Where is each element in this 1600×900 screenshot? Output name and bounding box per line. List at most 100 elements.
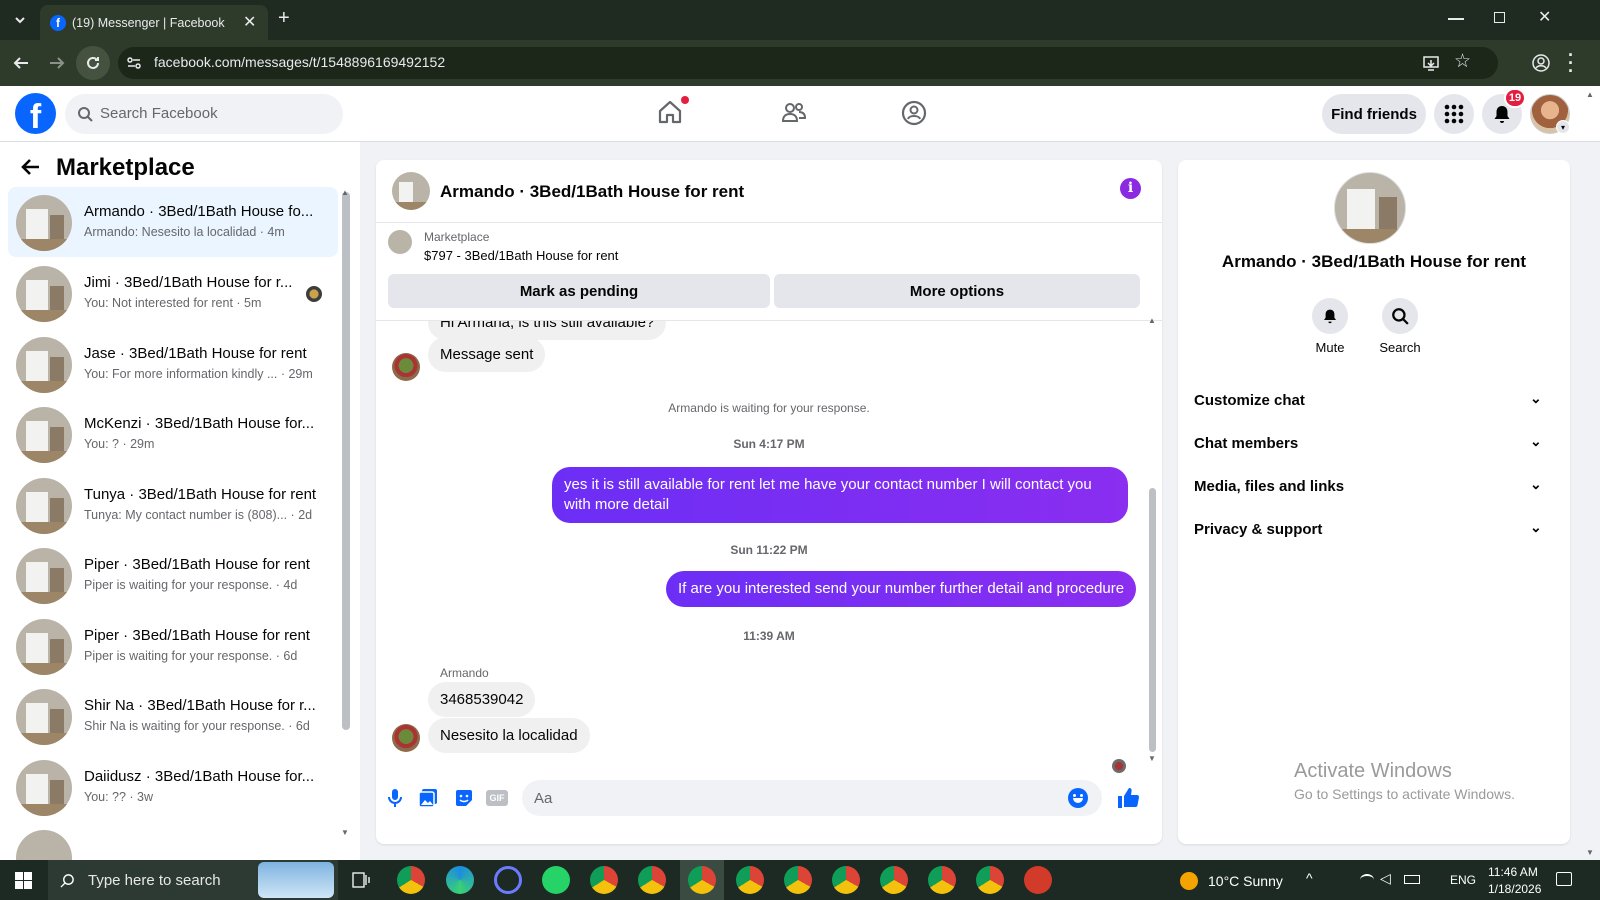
friends-nav-button[interactable]: [780, 99, 808, 127]
page-scroll-down-icon[interactable]: ▼: [1586, 848, 1594, 857]
restore-button[interactable]: [1494, 12, 1505, 23]
chat-title[interactable]: Armando · 3Bed/1Bath House for rent: [440, 182, 744, 202]
chrome-app-icon[interactable]: [784, 866, 812, 894]
chrome-app-icon[interactable]: [736, 866, 764, 894]
chrome-app-icon[interactable]: [397, 866, 425, 894]
task-view-icon[interactable]: [352, 872, 370, 888]
chrome-app-icon[interactable]: [638, 866, 666, 894]
media-files-links-row[interactable]: Media, files and links ⌄: [1194, 466, 1554, 506]
conversation-item[interactable]: Jase · 3Bed/1Bath House for rent You: Fo…: [8, 329, 338, 399]
search-button[interactable]: [1382, 298, 1418, 334]
address-bar[interactable]: facebook.com/messages/t/1548896169492152…: [118, 47, 1498, 79]
mark-pending-button[interactable]: Mark as pending: [388, 274, 770, 308]
message-bubble-out[interactable]: yes it is still available for rent let m…: [552, 467, 1128, 523]
windows-start-icon[interactable]: [15, 872, 32, 889]
chrome-app-icon[interactable]: [688, 866, 716, 894]
chrome-app-icon[interactable]: [590, 866, 618, 894]
reload-button[interactable]: [76, 46, 110, 80]
chrome-app-icon[interactable]: [832, 866, 860, 894]
scroll-up-icon[interactable]: ▲: [1148, 316, 1156, 325]
browser-tab[interactable]: f (19) Messenger | Facebook ✕: [40, 5, 268, 40]
message-text: Message sent: [440, 346, 534, 363]
whatsapp-app-icon[interactable]: [542, 866, 570, 894]
search-input[interactable]: Search Facebook: [65, 94, 343, 134]
notification-center-icon[interactable]: [1556, 872, 1572, 886]
details-avatar[interactable]: [1334, 172, 1406, 244]
forward-icon[interactable]: [48, 54, 66, 72]
message-bubble-out[interactable]: If are you interested send your number f…: [666, 571, 1137, 607]
conversation-title: Piper · 3Bed/1Bath House for rent: [84, 556, 310, 573]
facebook-logo[interactable]: f: [15, 93, 56, 136]
mute-button[interactable]: [1312, 298, 1348, 334]
sticker-icon[interactable]: [454, 788, 474, 808]
menu-button[interactable]: [1434, 94, 1474, 134]
edge-app-icon[interactable]: [446, 866, 474, 894]
app-icon[interactable]: [494, 866, 522, 894]
scroll-down-icon[interactable]: ▼: [1148, 754, 1156, 763]
conversation-item[interactable]: Piper · 3Bed/1Bath House for rent Piper …: [8, 540, 338, 610]
browser-menu-icon[interactable]: · · ·: [1568, 46, 1574, 80]
battery-icon[interactable]: [1404, 875, 1420, 884]
chrome-app-icon[interactable]: [976, 866, 1004, 894]
listing-thumbnail-small[interactable]: [388, 230, 412, 254]
weather-text[interactable]: 10°C Sunny: [1208, 873, 1283, 889]
groups-nav-button[interactable]: [900, 99, 928, 127]
chat-scrollbar[interactable]: [1149, 488, 1156, 752]
chat-members-row[interactable]: Chat members ⌄: [1194, 423, 1554, 463]
conversation-item[interactable]: Tunya · 3Bed/1Bath House for rent Tunya:…: [8, 470, 338, 540]
volume-icon[interactable]: ◁: [1380, 870, 1391, 887]
site-info-icon[interactable]: [126, 55, 142, 71]
microphone-icon[interactable]: [386, 788, 404, 808]
find-friends-button[interactable]: Find friends: [1322, 94, 1426, 134]
clock-date[interactable]: 1/18/2026: [1488, 882, 1541, 896]
scroll-down-icon[interactable]: ▼: [341, 828, 349, 837]
gif-icon[interactable]: GIF: [486, 790, 508, 806]
tab-list-button[interactable]: [8, 8, 32, 32]
new-tab-button[interactable]: +: [278, 7, 290, 30]
chrome-app-icon[interactable]: [880, 866, 908, 894]
message-bubble-in[interactable]: Nesesito la localidad: [428, 718, 590, 753]
photo-icon[interactable]: [418, 788, 438, 808]
install-app-icon[interactable]: [1422, 54, 1440, 72]
back-arrow-icon[interactable]: [20, 156, 42, 178]
customize-chat-row[interactable]: Customize chat ⌄: [1194, 380, 1554, 420]
language-indicator[interactable]: ENG: [1450, 873, 1476, 887]
info-icon[interactable]: i: [1120, 178, 1141, 199]
search-icon: [1382, 298, 1418, 334]
network-icon[interactable]: [1360, 874, 1374, 886]
message-bubble-in[interactable]: 3468539042: [428, 682, 536, 717]
listing-description[interactable]: $797 - 3Bed/1Bath House for rent: [424, 248, 618, 263]
minimize-button[interactable]: [1448, 18, 1464, 20]
search-icon: [60, 874, 74, 888]
thumbs-up-icon[interactable]: [1116, 786, 1140, 810]
message-bubble-in[interactable]: Message sent: [428, 337, 546, 372]
home-nav-button[interactable]: [656, 96, 689, 126]
chat-avatar[interactable]: [392, 172, 430, 210]
emoji-icon[interactable]: [1068, 788, 1088, 808]
conversation-item[interactable]: McKenzi · 3Bed/1Bath House for... You: ?…: [8, 399, 338, 469]
more-options-button[interactable]: More options: [774, 274, 1140, 308]
conversation-item[interactable]: Armando · 3Bed/1Bath House fo... Armando…: [8, 187, 338, 257]
conversation-item[interactable]: Shir Na · 3Bed/1Bath House for r... Shir…: [8, 681, 338, 751]
taskbar-search[interactable]: Type here to search: [48, 860, 338, 900]
account-chevron-icon[interactable]: ▾: [1556, 120, 1570, 134]
speedtest-app-icon[interactable]: [1024, 866, 1052, 894]
chrome-app-icon[interactable]: [928, 866, 956, 894]
conversation-item[interactable]: Daiidusz · 3Bed/1Bath House for... You: …: [8, 752, 338, 822]
bookmark-star-icon[interactable]: ☆: [1454, 50, 1471, 73]
scroll-up-icon[interactable]: ▲: [341, 188, 349, 197]
conversation-item[interactable]: Jimi · 3Bed/1Bath House for r... You: No…: [8, 258, 338, 328]
profile-icon[interactable]: [1532, 54, 1550, 72]
close-tab-icon[interactable]: ✕: [243, 12, 256, 32]
sidebar-scrollbar[interactable]: [342, 192, 350, 730]
show-hidden-icons[interactable]: ^: [1306, 870, 1313, 886]
clock-time[interactable]: 11:46 AM: [1488, 865, 1538, 879]
conversation-item[interactable]: Piper · 3Bed/1Bath House for rent Piper …: [8, 611, 338, 681]
privacy-support-row[interactable]: Privacy & support ⌄: [1194, 509, 1554, 549]
message-input[interactable]: Aa: [522, 780, 1102, 816]
close-window-button[interactable]: ✕: [1538, 7, 1551, 27]
back-icon[interactable]: [12, 54, 30, 72]
message-text: yes it is still available for rent let m…: [564, 476, 1092, 513]
notifications-button[interactable]: 19: [1482, 88, 1526, 134]
page-scroll-up-icon[interactable]: ▲: [1586, 90, 1594, 99]
